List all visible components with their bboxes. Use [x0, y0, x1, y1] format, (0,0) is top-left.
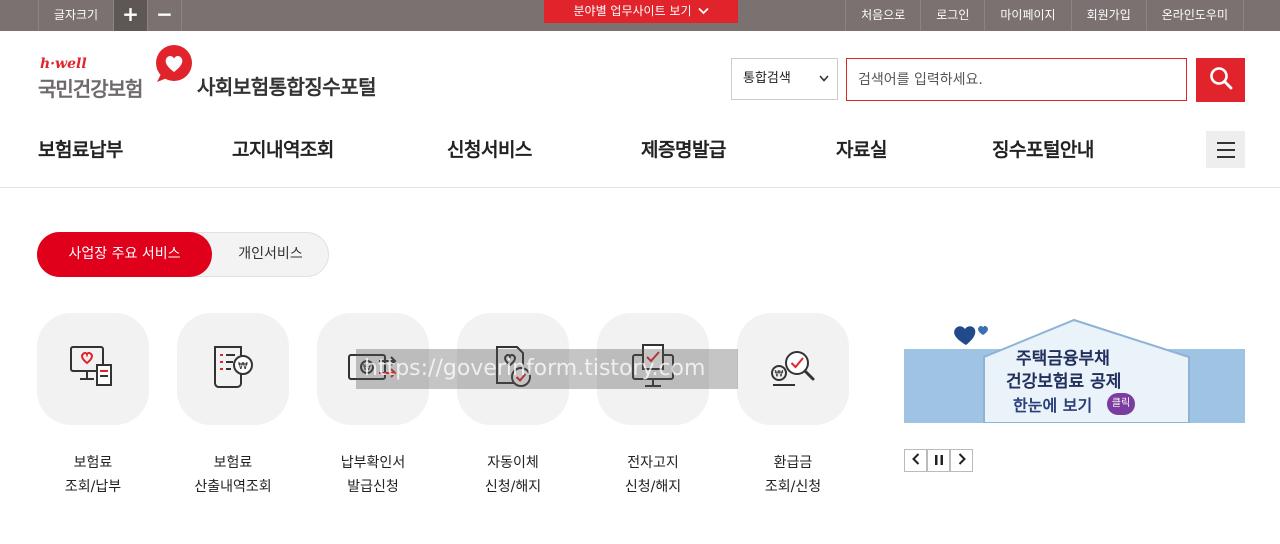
svg-text:₩: ₩ — [238, 361, 248, 372]
service-item-e-billing[interactable]: 전자고지 신청/해지 — [597, 313, 709, 499]
service-tabs: 사업장 주요 서비스 개인서비스 — [37, 232, 329, 277]
monitor-heart-receipt-icon — [67, 341, 119, 397]
link-online-help[interactable]: 온라인도우미 — [1145, 0, 1244, 31]
promo-banner[interactable]: 주택금융부채 건강보험료 공제 한눈에 보기 클릭 — [904, 317, 1245, 423]
service-item-payment-confirmation[interactable]: ₩ 납부확인서 발급신청 — [317, 313, 429, 499]
all-menu-button[interactable] — [1206, 131, 1245, 168]
search-scope-select[interactable]: 통합검색 — [731, 58, 838, 100]
pause-icon — [934, 454, 943, 468]
search-input[interactable] — [846, 58, 1187, 101]
service-label: 보험료 산출내역조회 — [194, 455, 272, 495]
service-label: 환급금 조회/신청 — [764, 455, 822, 495]
service-label: 전자고지 신청/해지 — [624, 455, 682, 495]
link-signup[interactable]: 회원가입 — [1070, 0, 1146, 31]
service-label: 자동이체 신청/해지 — [484, 455, 542, 495]
nav-certificate-issue[interactable]: 제증명발급 — [641, 135, 726, 162]
hamburger-icon — [1216, 141, 1235, 144]
banner-click-badge: 클릭 — [1107, 393, 1135, 415]
watermark-overlay: https://goverinform.tistory.com — [356, 349, 738, 389]
top-links: 처음으로 로그인 마이페이지 회원가입 온라인도우미 — [845, 0, 1244, 31]
banner-line-3: 한눈에 보기 — [1013, 396, 1093, 415]
logo-org-name: 국민건강보험 — [38, 77, 143, 101]
nav-insurance-payment[interactable]: 보험료납부 — [38, 135, 123, 162]
service-label: 납부확인서 발급신청 — [340, 455, 406, 495]
font-increase-button[interactable]: + — [114, 0, 148, 31]
search-scope-value: 통합검색 — [743, 71, 791, 86]
top-utility-bar: 글자크기 + − 분야별 업무사이트 보기 처음으로 로그인 마이페이지 회원가… — [0, 0, 1280, 31]
banner-next-button[interactable] — [950, 449, 973, 472]
chevron-down-icon — [697, 1, 709, 24]
chevron-left-icon — [911, 453, 920, 468]
link-login[interactable]: 로그인 — [920, 0, 984, 31]
tab-business-services[interactable]: 사업장 주요 서비스 — [37, 232, 212, 277]
nav-application-service[interactable]: 신청서비스 — [447, 135, 532, 162]
font-decrease-button[interactable]: − — [148, 0, 182, 31]
font-size-label: 글자크기 — [38, 0, 114, 31]
document-won-icon: ₩ — [207, 341, 259, 397]
nav-billing-history[interactable]: 고지내역조회 — [232, 135, 334, 162]
search-button[interactable] — [1196, 58, 1245, 102]
link-home[interactable]: 처음으로 — [845, 0, 920, 31]
site-dropdown-button[interactable]: 분야별 업무사이트 보기 — [544, 0, 738, 23]
main-navigation: 보험료납부 고지내역조회 신청서비스 제증명발급 자료실 징수포털안내 — [0, 126, 1280, 188]
logo-heart-icon — [153, 44, 195, 84]
tab-personal-services[interactable]: 개인서비스 — [212, 232, 329, 277]
won-magnifier-check-icon: ₩ — [765, 341, 821, 397]
logo-brand: h·well — [40, 56, 87, 72]
banner-line-1: 주택금융부채 — [1016, 349, 1110, 369]
service-item-premium-calculation[interactable]: ₩ 보험료 산출내역조회 — [177, 313, 289, 499]
nav-resources[interactable]: 자료실 — [836, 135, 887, 162]
banner-line-2: 건강보험료 공제 — [1006, 372, 1122, 392]
svg-text:₩: ₩ — [775, 370, 784, 380]
service-item-refund[interactable]: ₩ 환급금 조회/신청 — [737, 313, 849, 499]
nav-portal-guide[interactable]: 징수포털안내 — [992, 135, 1094, 162]
service-tile[interactable]: ₩ — [737, 313, 849, 425]
portal-title: 사회보험통합징수포털 — [197, 75, 377, 99]
link-mypage[interactable]: 마이페이지 — [984, 0, 1070, 31]
banner-prev-button[interactable] — [904, 449, 927, 472]
site-dropdown-label: 분야별 업무사이트 보기 — [573, 4, 692, 18]
service-item-auto-transfer[interactable]: 자동이체 신청/해지 — [457, 313, 569, 499]
service-item-premium-payment[interactable]: 보험료 조회/납부 — [37, 313, 149, 499]
service-tile[interactable]: ₩ — [177, 313, 289, 425]
chevron-right-icon — [958, 453, 966, 468]
service-label: 보험료 조회/납부 — [64, 455, 122, 495]
banner-pause-button[interactable] — [927, 449, 950, 472]
search-icon — [1209, 66, 1233, 94]
chevron-down-icon — [819, 59, 829, 99]
service-tile[interactable] — [37, 313, 149, 425]
